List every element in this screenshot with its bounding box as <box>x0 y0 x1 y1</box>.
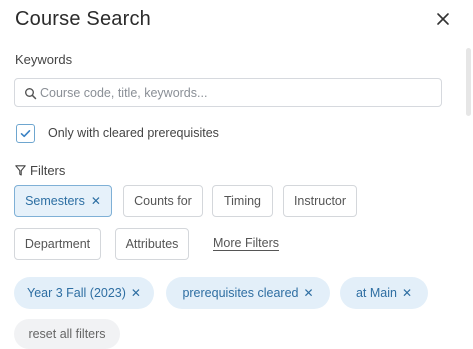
prerequisites-label: Only with cleared prerequisites <box>48 126 219 140</box>
remove-filter-icon[interactable]: ✕ <box>131 286 141 300</box>
keywords-label: Keywords <box>15 52 73 67</box>
funnel-icon <box>15 165 26 176</box>
filter-counts-for-label: Counts for <box>134 194 192 208</box>
more-filters-link[interactable]: More Filters <box>213 236 279 250</box>
search-icon <box>25 88 37 100</box>
close-icon <box>437 13 449 25</box>
active-filter-pill[interactable]: Year 3 Fall (2023) ✕ <box>14 277 154 309</box>
filter-attributes-label: Attributes <box>125 237 179 251</box>
remove-semesters-icon[interactable]: ✕ <box>91 194 101 208</box>
active-filter-pill[interactable]: prerequisites cleared ✕ <box>166 277 330 309</box>
active-filter-label: prerequisites cleared <box>182 286 299 300</box>
filters-label: Filters <box>30 163 66 178</box>
filter-attributes-button[interactable]: Attributes <box>115 228 189 260</box>
filter-department-label: Department <box>24 237 91 251</box>
checkmark-icon <box>20 130 31 138</box>
filter-semesters-label: Semesters <box>25 194 85 208</box>
scrollbar[interactable] <box>466 48 471 116</box>
keywords-input[interactable] <box>40 82 435 103</box>
prerequisites-checkbox[interactable] <box>16 124 35 143</box>
course-search-panel: Course Search Keywords Only with cleared… <box>0 0 473 349</box>
filter-timing-label: Timing <box>223 194 262 208</box>
panel-title: Course Search <box>15 8 151 30</box>
filter-instructor-label: Instructor <box>293 194 347 208</box>
active-filter-label: Year 3 Fall (2023) <box>27 286 126 300</box>
filter-counts-for-button[interactable]: Counts for <box>123 185 203 217</box>
filter-timing-button[interactable]: Timing <box>212 185 273 217</box>
close-button[interactable] <box>431 7 455 31</box>
remove-filter-icon[interactable]: ✕ <box>402 286 412 300</box>
reset-filters-button[interactable]: reset all filters <box>14 319 120 349</box>
active-filter-pill[interactable]: at Main ✕ <box>340 277 428 309</box>
remove-filter-icon[interactable]: ✕ <box>303 286 313 300</box>
keywords-search-box[interactable] <box>14 78 442 107</box>
active-filter-label: at Main <box>355 286 397 300</box>
filter-semesters-button[interactable]: Semesters ✕ <box>14 185 112 217</box>
filter-instructor-button[interactable]: Instructor <box>283 185 357 217</box>
filter-department-button[interactable]: Department <box>14 228 101 260</box>
